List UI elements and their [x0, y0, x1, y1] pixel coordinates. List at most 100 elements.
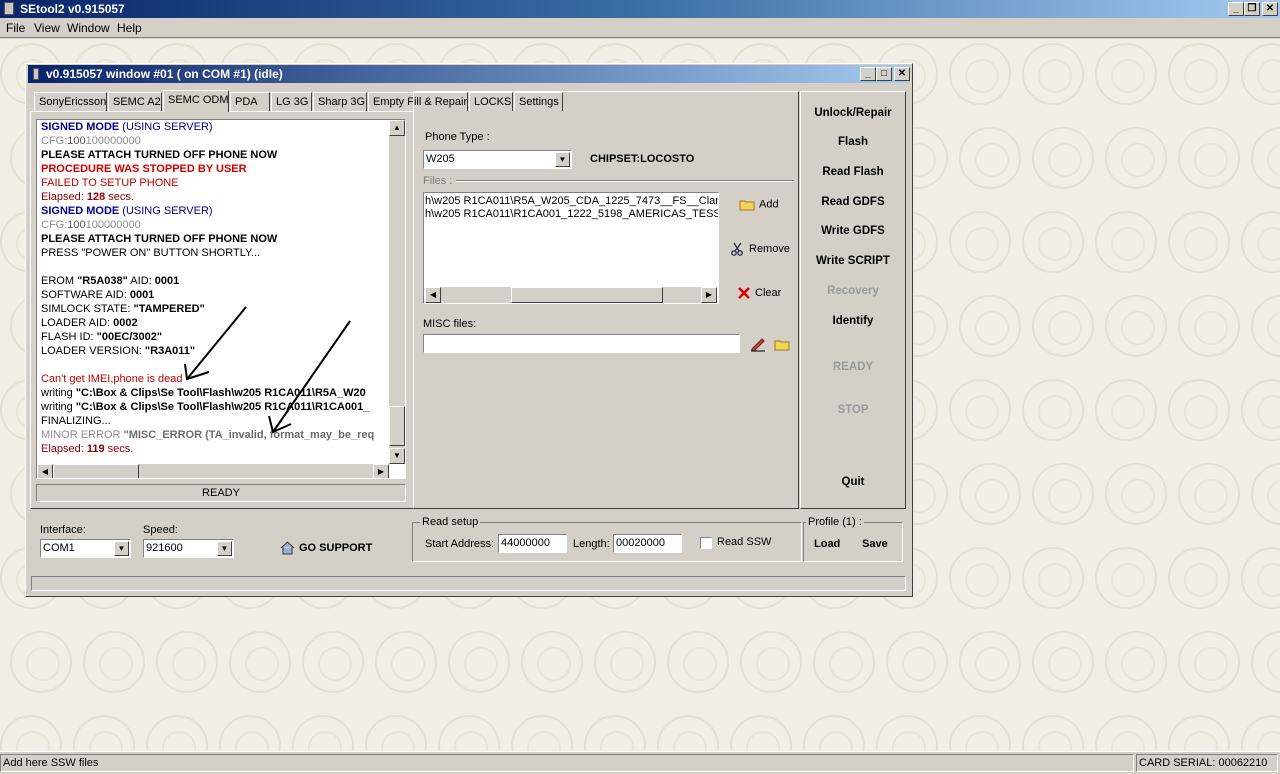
watermark-emblem: [1022, 379, 1084, 441]
recovery-button[interactable]: Recovery: [800, 285, 906, 297]
log-hscrollbar[interactable]: ◀ ▶: [37, 464, 389, 478]
red-x-icon: [738, 287, 750, 299]
chevron-down-icon[interactable]: ▼: [114, 541, 129, 556]
status-hint: Add here SSW files: [0, 754, 1134, 772]
watermark-emblem: [1022, 43, 1084, 105]
length-input[interactable]: 00020000: [613, 534, 682, 553]
tab-pda[interactable]: PDA: [230, 92, 270, 111]
child-minimize-icon[interactable]: _: [860, 67, 876, 81]
menu-help[interactable]: Help: [117, 21, 142, 35]
watermark-emblem: [229, 631, 291, 693]
watermark-emblem: [1168, 547, 1230, 609]
length-label: Length:: [573, 538, 610, 550]
watermark-emblem: [10, 631, 72, 693]
profile-load-button[interactable]: Load: [814, 538, 840, 550]
watermark-emblem: [959, 295, 1021, 357]
file-item[interactable]: h\w205 R1CA011\R1CA001_1222_5198_AMERICA…: [425, 208, 718, 220]
start-address-input[interactable]: 44000000: [498, 534, 567, 553]
watermark-emblem: [365, 715, 427, 751]
watermark-emblem: [1095, 211, 1157, 273]
quit-button[interactable]: Quit: [800, 476, 906, 488]
pencil-icon[interactable]: [749, 336, 767, 352]
phone-type-label: Phone Type :: [425, 131, 490, 143]
scroll-left-icon[interactable]: ◀: [37, 464, 53, 478]
watermark-emblem: [1251, 631, 1280, 693]
misc-files-input[interactable]: [423, 334, 740, 353]
watermark-emblem: [219, 715, 281, 751]
menu-view[interactable]: View: [34, 21, 60, 35]
watermark-emblem: [521, 631, 583, 693]
watermark-emblem: [1095, 715, 1157, 751]
tab-sharp-3g[interactable]: Sharp 3G: [313, 92, 367, 111]
log-panel[interactable]: SIGNED MODE (USING SERVER) CFG:100100000…: [36, 119, 406, 479]
watermark-emblem: [1251, 463, 1280, 525]
identify-button[interactable]: Identify: [800, 315, 906, 327]
profile-save-button[interactable]: Save: [862, 538, 888, 550]
watermark-emblem: [657, 715, 719, 751]
tab-semc-odm[interactable]: SEMC ODM: [163, 90, 229, 112]
unlock-repair-button[interactable]: Unlock/Repair: [800, 107, 906, 119]
scroll-up-icon[interactable]: ▲: [389, 120, 405, 136]
write-script-button[interactable]: Write SCRIPT: [800, 255, 906, 267]
close-icon[interactable]: ✕: [1262, 2, 1278, 16]
add-file-button[interactable]: Add: [739, 198, 779, 211]
watermark-emblem: [730, 715, 792, 751]
ready-indicator: READY: [832, 361, 874, 373]
house-icon: [280, 541, 295, 555]
menu-window[interactable]: Window: [67, 21, 110, 35]
files-list[interactable]: h\w205 R1CA011\R5A_W205_CDA_1225_7473__F…: [423, 192, 719, 304]
watermark-emblem: [740, 631, 802, 693]
go-support-button[interactable]: GO SUPPORT: [280, 541, 372, 555]
tab-semc-a2[interactable]: SEMC A2: [108, 92, 162, 111]
watermark-emblem: [1032, 295, 1094, 357]
tab-sonyericsson[interactable]: SonyEricsson: [34, 92, 107, 111]
files-divider: [456, 180, 794, 182]
child-close-icon[interactable]: ✕: [894, 67, 910, 81]
restore-icon[interactable]: ❐: [1244, 2, 1260, 16]
phone-type-select[interactable]: W205 ▼: [423, 150, 572, 169]
folder-icon: [739, 200, 755, 211]
scroll-right-icon[interactable]: ▶: [373, 464, 389, 478]
scissors-icon: [731, 242, 743, 256]
files-hscrollbar[interactable]: ◀ ▶: [425, 287, 717, 303]
log-hscroll-thumb[interactable]: [53, 464, 139, 478]
interface-label: Interface:: [40, 524, 86, 536]
watermark-emblem: [1022, 547, 1084, 609]
watermark-emblem: [1168, 379, 1230, 441]
flash-button[interactable]: Flash: [800, 136, 906, 148]
watermark-emblem: [959, 631, 1021, 693]
child-title-bar[interactable]: v0.915057 window #01 ( on COM #1) (idle)…: [28, 65, 910, 83]
watermark-emblem: [1168, 211, 1230, 273]
clear-files-button[interactable]: Clear: [737, 286, 781, 300]
read-gdfs-button[interactable]: Read GDFS: [800, 196, 906, 208]
speed-select[interactable]: 921600 ▼: [143, 539, 234, 558]
watermark-emblem: [1251, 127, 1280, 189]
menu-file[interactable]: File: [6, 21, 25, 35]
speed-label: Speed:: [143, 524, 178, 536]
log-vscroll-thumb[interactable]: [389, 406, 405, 446]
watermark-emblem: [949, 715, 1011, 751]
child-maximize-icon[interactable]: □: [876, 67, 892, 81]
scroll-left-icon[interactable]: ◀: [425, 287, 441, 303]
files-hscroll-thumb[interactable]: [511, 287, 663, 303]
interface-select[interactable]: COM1 ▼: [40, 539, 131, 558]
chevron-down-icon[interactable]: ▼: [555, 152, 570, 167]
chevron-down-icon[interactable]: ▼: [217, 541, 232, 556]
read-ssw-checkbox[interactable]: [700, 537, 712, 549]
write-gdfs-button[interactable]: Write GDFS: [800, 225, 906, 237]
watermark-emblem: [1168, 715, 1230, 751]
remove-file-button[interactable]: Remove: [731, 242, 790, 256]
tab-lg-3g[interactable]: LG 3G: [271, 92, 312, 111]
file-item[interactable]: h\w205 R1CA011\R5A_W205_CDA_1225_7473__F…: [425, 195, 718, 207]
watermark-emblem: [1105, 295, 1167, 357]
log-vscrollbar[interactable]: ▲ ▼: [389, 120, 405, 464]
stop-button[interactable]: STOP: [800, 404, 906, 416]
minimize-icon[interactable]: _: [1228, 2, 1244, 16]
scroll-right-icon[interactable]: ▶: [701, 287, 717, 303]
open-folder-icon[interactable]: [774, 338, 791, 351]
watermark-emblem: [146, 715, 208, 751]
watermark-emblem: [667, 631, 729, 693]
scroll-down-icon[interactable]: ▼: [389, 448, 405, 464]
read-flash-button[interactable]: Read Flash: [800, 166, 906, 178]
arrow-imei: [184, 306, 247, 381]
